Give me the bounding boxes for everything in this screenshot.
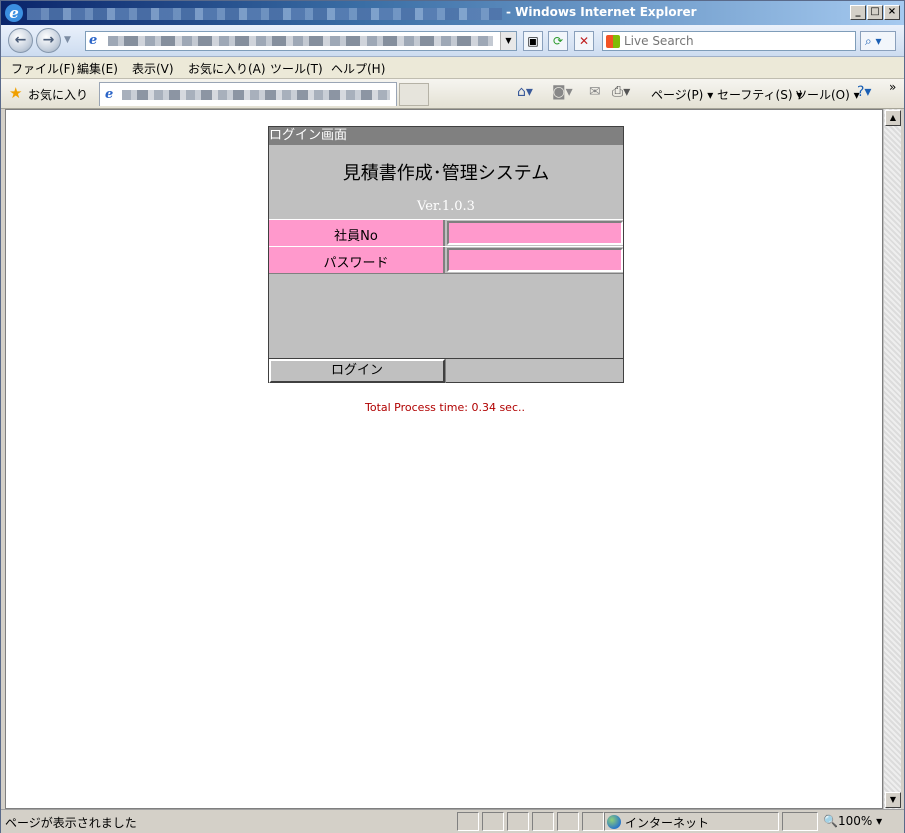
status-cell: [507, 812, 529, 831]
login-header: ログイン画面: [269, 127, 623, 145]
divider: [269, 273, 623, 274]
more-commands-chevron[interactable]: »: [889, 80, 896, 94]
tools-menu[interactable]: ツール(O) ▾: [795, 86, 860, 103]
forward-arrow-icon: →: [42, 32, 55, 48]
command-bar: ★ お気に入り e ⌂▾ ◙▾ ✉ ⎙▾ ページ(P) ▾ セーフティ(S) ▾…: [1, 79, 904, 109]
ie-logo-icon: e: [5, 4, 23, 22]
button-row-spacer: [445, 359, 623, 383]
app-title: 見積書作成･管理システム: [342, 163, 550, 184]
search-button[interactable]: ⌕ ▾: [860, 31, 896, 51]
window-title: - Windows Internet Explorer: [506, 5, 697, 19]
globe-icon: [607, 815, 621, 829]
maximize-button[interactable]: □: [867, 5, 883, 20]
title-bar: e - Windows Internet Explorer _ □ ×: [1, 1, 904, 25]
menu-tools[interactable]: ツール(T): [270, 60, 323, 77]
safety-menu-label: セーフティ(S): [717, 88, 793, 102]
employee-no-input[interactable]: [449, 223, 621, 243]
stop-icon[interactable]: ✕: [574, 31, 594, 51]
password-field[interactable]: [447, 248, 623, 272]
blurred-tab-title: [122, 90, 390, 100]
tab-page-icon: e: [105, 87, 114, 102]
home-icon[interactable]: ⌂▾: [517, 84, 533, 100]
live-search-logo-icon: [606, 35, 620, 48]
zoom-value: 100%: [837, 814, 873, 828]
menu-view[interactable]: 表示(V): [132, 60, 174, 77]
print-icon[interactable]: ⎙▾: [612, 84, 630, 100]
process-time-value: Total Process time: 0.34 sec..: [365, 401, 525, 414]
status-cell: [457, 812, 479, 831]
status-cell: [557, 812, 579, 831]
favorites-button[interactable]: お気に入り: [28, 86, 88, 103]
minimize-button[interactable]: _: [850, 5, 866, 20]
page-menu[interactable]: ページ(P) ▾: [651, 86, 713, 103]
new-tab-button[interactable]: [399, 83, 429, 106]
help-icon[interactable]: ?▾: [857, 84, 871, 100]
back-arrow-icon: ←: [14, 32, 27, 48]
tools-menu-label: ツール(O): [795, 88, 850, 102]
status-message: ページが表示されました: [5, 816, 137, 830]
login-panel: ログイン画面 見積書作成･管理システム Ver.1.0.3 社員No パスワード…: [268, 126, 624, 383]
scroll-down-icon[interactable]: ▼: [885, 792, 901, 808]
zoom-level[interactable]: 🔍100% ▾: [823, 814, 882, 828]
menu-help[interactable]: ヘルプ(H): [331, 60, 385, 77]
search-box[interactable]: [602, 31, 856, 51]
forward-button[interactable]: →: [36, 28, 61, 53]
close-window-button[interactable]: ×: [884, 5, 900, 20]
menu-edit[interactable]: 編集(E): [77, 60, 118, 77]
compatibility-view-icon[interactable]: ▣: [523, 31, 543, 51]
back-button[interactable]: ←: [8, 28, 33, 53]
address-dropdown-icon[interactable]: ▼: [500, 32, 516, 50]
refresh-icon[interactable]: ⟳: [548, 31, 568, 51]
feeds-icon[interactable]: ◙▾: [552, 84, 573, 100]
blurred-page-title: [27, 8, 502, 20]
browser-window: e - Windows Internet Explorer _ □ × ← → …: [0, 0, 905, 833]
status-cell: [532, 812, 554, 831]
address-bar[interactable]: e ▼: [85, 31, 517, 51]
favorites-star-icon[interactable]: ★: [9, 85, 22, 101]
search-input[interactable]: [624, 33, 852, 49]
zone-label: インターネット: [625, 816, 710, 830]
employee-row: 社員No: [269, 219, 623, 246]
blurred-url: [108, 36, 493, 46]
protected-mode-cell[interactable]: [782, 812, 818, 831]
scroll-up-icon[interactable]: ▲: [885, 110, 901, 126]
employee-no-field[interactable]: [447, 221, 623, 245]
navigation-bar: ← → ▼ e ▼ ▣ ⟳ ✕ ⌕ ▾: [1, 25, 904, 57]
password-input[interactable]: [449, 250, 621, 270]
employee-no-label: 社員No: [269, 220, 445, 246]
menu-favorites[interactable]: お気に入り(A): [188, 60, 266, 77]
page-viewport: ログイン画面 見積書作成･管理システム Ver.1.0.3 社員No パスワード…: [5, 109, 883, 809]
version-label: Ver.1.0.3: [417, 199, 475, 214]
vertical-scrollbar[interactable]: ▲ ▼: [883, 109, 901, 809]
menu-bar: ファイル(F) 編集(E) 表示(V) お気に入り(A) ツール(T) ヘルプ(…: [1, 57, 904, 79]
safety-menu[interactable]: セーフティ(S) ▾: [717, 86, 802, 103]
status-cell: [582, 812, 604, 831]
security-zone[interactable]: インターネット: [607, 814, 709, 831]
button-row: ログイン: [269, 358, 623, 383]
browser-tab[interactable]: e: [99, 82, 397, 106]
page-icon: e: [89, 33, 98, 48]
mail-icon[interactable]: ✉: [589, 84, 601, 100]
menu-file[interactable]: ファイル(F): [11, 60, 75, 77]
status-bar: ページが表示されました インターネット 🔍100% ▾: [1, 809, 904, 833]
process-time-text: Total Process time: 0.34 sec..: [6, 401, 882, 414]
password-label: パスワード: [269, 247, 445, 273]
status-cell: [482, 812, 504, 831]
login-button[interactable]: ログイン: [269, 359, 445, 383]
history-dropdown-icon[interactable]: ▼: [64, 35, 71, 45]
page-menu-label: ページ(P): [651, 88, 704, 102]
password-row: パスワード: [269, 246, 623, 273]
